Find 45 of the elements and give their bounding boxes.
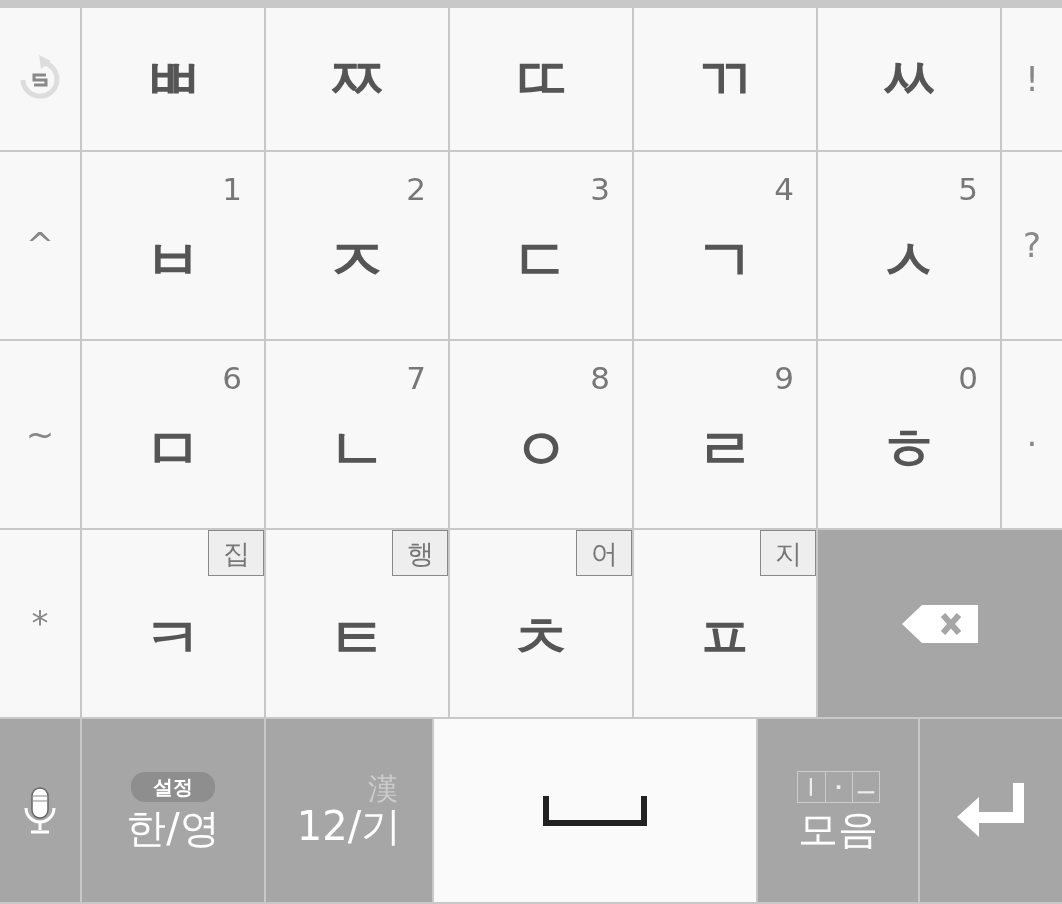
key[interactable]: ㅍ 지 (634, 530, 816, 717)
enter-key[interactable] (920, 719, 1062, 902)
key[interactable]: ㅆ (818, 8, 1000, 150)
key[interactable]: ㅃ (82, 8, 264, 150)
hint-label: 지 (760, 530, 816, 576)
backspace-key[interactable] (818, 530, 1062, 717)
key[interactable]: ㅇ 8 (450, 341, 632, 528)
backspace-icon (900, 602, 980, 645)
space-icon (543, 795, 647, 826)
key[interactable]: ㅅ 5 (818, 152, 1000, 339)
key-number: 8 (590, 363, 610, 394)
settings-badge: 설정 (131, 771, 215, 802)
key-label: 모음 (798, 806, 878, 851)
key-number: 9 (774, 363, 794, 394)
key-number: 5 (958, 174, 978, 205)
key-label: 한/영 (126, 805, 220, 850)
hint-label: 행 (392, 530, 448, 576)
hint-label: 집 (208, 530, 264, 576)
enter-icon (957, 782, 1025, 839)
key[interactable]: ㄸ (450, 8, 632, 150)
key[interactable]: ㄴ 7 (266, 341, 448, 528)
key[interactable]: ㅁ 6 (82, 341, 264, 528)
key[interactable]: ㄹ 9 (634, 341, 816, 528)
key[interactable]: ㄱ 4 (634, 152, 816, 339)
key-number: 6 (222, 363, 242, 394)
key[interactable]: ㅌ 행 (266, 530, 448, 717)
key-number: 1 (222, 174, 242, 205)
key[interactable]: ㅂ 1 (82, 152, 264, 339)
key[interactable]: ㄷ 3 (450, 152, 632, 339)
key-number: 7 (406, 363, 426, 394)
key[interactable]: ㅉ (266, 8, 448, 150)
hint-label: 어 (576, 530, 632, 576)
key[interactable]: ㄲ (634, 8, 816, 150)
key-number: 0 (958, 363, 978, 394)
vowel-strip: ㅣ · ㅡ (796, 770, 880, 803)
key[interactable]: ㅎ 0 (818, 341, 1000, 528)
key[interactable] (0, 8, 80, 150)
key[interactable]: ㅊ 어 (450, 530, 632, 717)
mic-key[interactable] (0, 719, 80, 902)
key-label: 12/기 (296, 803, 402, 848)
key-number: 2 (406, 174, 426, 205)
key-number: 4 (774, 174, 794, 205)
key-number: 3 (590, 174, 610, 205)
key[interactable]: ㅋ 집 (82, 530, 264, 717)
key[interactable]: ㅈ 2 (266, 152, 448, 339)
